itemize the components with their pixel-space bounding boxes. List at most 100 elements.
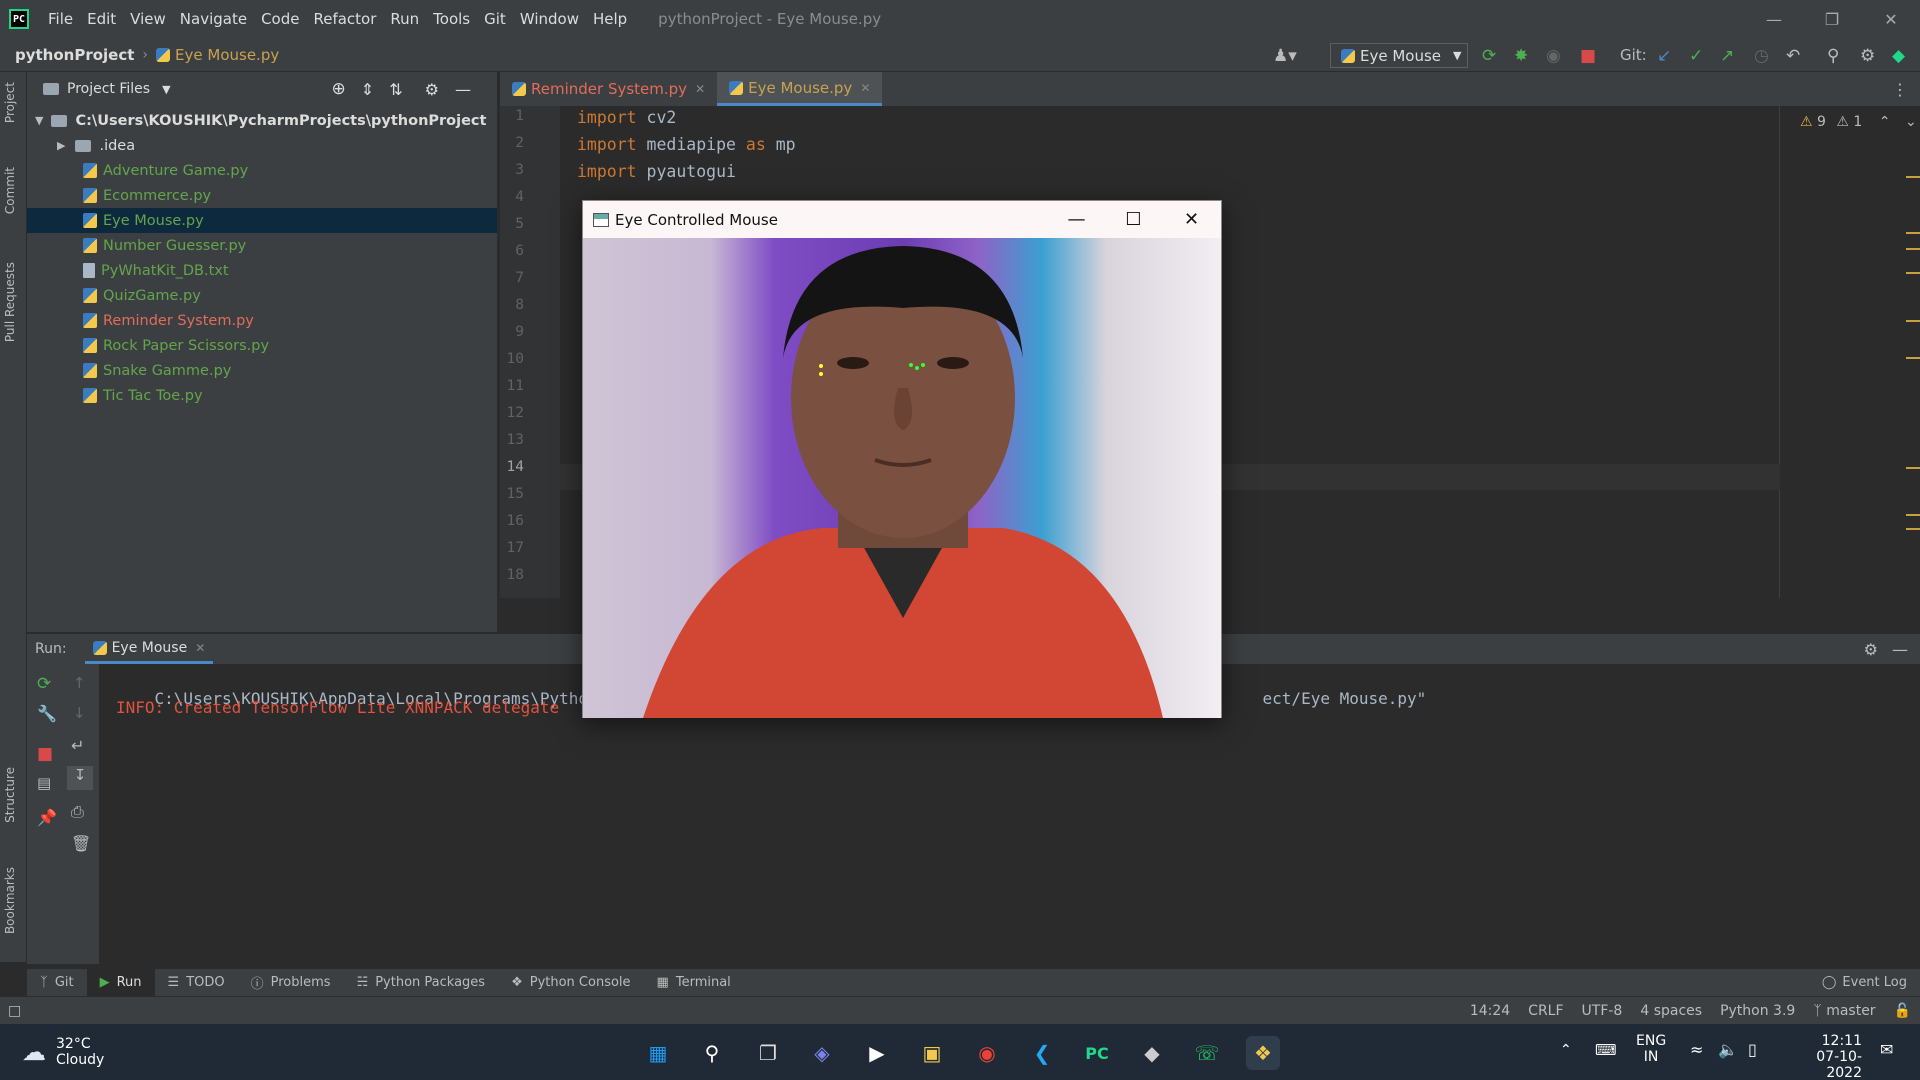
menu-view[interactable]: View <box>123 0 173 38</box>
tree-file[interactable]: Adventure Game.py <box>27 158 497 183</box>
battery-icon[interactable]: ▯ <box>1748 1040 1757 1059</box>
menu-help[interactable]: Help <box>586 0 634 38</box>
soft-wrap-icon[interactable]: ↵ <box>71 736 84 755</box>
lock-icon[interactable]: 🔓 <box>1885 1003 1920 1019</box>
tool-bookmarks[interactable]: Bookmarks <box>3 867 17 934</box>
whatsapp-icon[interactable]: ☏ <box>1190 1036 1224 1070</box>
tab-problems[interactable]: ⓘ Problems <box>238 969 344 997</box>
line-separator[interactable]: CRLF <box>1519 1003 1572 1019</box>
file-encoding[interactable]: UTF-8 <box>1573 1003 1632 1019</box>
chrome-icon[interactable]: ◉ <box>970 1036 1004 1070</box>
menu-code[interactable]: Code <box>254 0 306 38</box>
arrow-down-icon[interactable]: ↓ <box>73 704 86 722</box>
tree-file-selected[interactable]: Eye Mouse.py <box>27 208 497 233</box>
git-branch[interactable]: ᛉ master <box>1804 1003 1884 1019</box>
jetbrains-icon[interactable]: ◆ <box>1892 46 1905 66</box>
pin-icon[interactable]: 📌 <box>37 808 57 827</box>
run-tab[interactable]: Eye Mouse ✕ <box>84 634 214 664</box>
search-icon[interactable]: ⚲ <box>1827 46 1839 66</box>
tool-structure[interactable]: Structure <box>3 767 17 823</box>
gear-icon[interactable]: ⚙ <box>1860 46 1875 66</box>
search-icon[interactable]: ⚲ <box>695 1036 729 1070</box>
tree-file[interactable]: Rock Paper Scissors.py <box>27 333 497 358</box>
tab-run[interactable]: ▶ Run <box>86 968 155 997</box>
cv-minimize-button[interactable]: — <box>1048 201 1105 238</box>
locate-icon[interactable]: ⊕ <box>332 79 346 99</box>
project-view-select[interactable]: Project Files <box>67 81 150 97</box>
minimize-button[interactable]: — <box>1745 0 1803 38</box>
expand-all-icon[interactable]: ⇕ <box>361 80 374 99</box>
close-icon[interactable]: ✕ <box>195 641 205 655</box>
gear-icon[interactable]: ⚙ <box>1864 640 1878 659</box>
cv-close-button[interactable]: ✕ <box>1163 201 1220 238</box>
breadcrumb-file[interactable]: Eye Mouse.py <box>175 46 279 64</box>
store-icon[interactable]: ▣ <box>915 1036 949 1070</box>
rerun-icon[interactable]: ⟳ <box>1482 46 1496 66</box>
git-commit-icon[interactable]: ✓ <box>1689 46 1703 66</box>
toggle-tool-windows-icon[interactable]: □ <box>8 1003 21 1019</box>
chevron-down-icon[interactable]: ▼ <box>35 114 43 127</box>
chevron-down-icon[interactable]: ▼ <box>162 83 170 96</box>
chevron-right-icon[interactable]: ▶ <box>57 139 65 152</box>
wrench-icon[interactable]: 🔧 <box>37 704 57 723</box>
breadcrumb-project[interactable]: pythonProject <box>15 46 134 64</box>
tab-todo[interactable]: ☰ TODO <box>155 969 238 997</box>
tree-folder-idea[interactable]: ▶ .idea <box>27 133 497 158</box>
tab-python-console[interactable]: ❖ Python Console <box>498 969 643 997</box>
stop-icon[interactable]: ■ <box>37 744 53 764</box>
cv-maximize-button[interactable]: ☐ <box>1105 201 1162 238</box>
keyboard-icon[interactable]: ⌨ <box>1595 1041 1617 1059</box>
clock[interactable]: 12:11 07-10-2022 <box>1782 1033 1862 1080</box>
wifi-icon[interactable]: ≈ <box>1690 1040 1703 1059</box>
python-app-icon[interactable]: ❖ <box>1246 1036 1280 1070</box>
inspection-badge[interactable]: ⚠ 9 ⚠ 1 ⌃ ⌄ <box>1800 114 1917 130</box>
close-icon[interactable]: ✕ <box>860 81 870 95</box>
tab-python-packages[interactable]: ☵ Python Packages <box>344 969 499 997</box>
coverage-icon[interactable]: ◉ <box>1546 46 1561 66</box>
hide-icon[interactable]: — <box>1892 640 1908 659</box>
git-update-icon[interactable]: ↙ <box>1657 46 1671 66</box>
menu-window[interactable]: Window <box>513 0 586 38</box>
tool-project[interactable]: Project <box>3 82 17 123</box>
gear-icon[interactable]: ⚙ <box>425 80 439 99</box>
tree-root[interactable]: ▼ C:\Users\KOUSHIK\PycharmProjects\pytho… <box>27 108 497 133</box>
tree-file[interactable]: Number Guesser.py <box>27 233 497 258</box>
tool-commit[interactable]: Commit <box>3 167 17 214</box>
pycharm-icon[interactable]: PC <box>1080 1036 1114 1070</box>
close-icon[interactable]: ✕ <box>695 82 705 96</box>
tab-terminal[interactable]: ▦ Terminal <box>644 969 744 997</box>
history-icon[interactable]: ◷ <box>1754 46 1769 66</box>
menu-run[interactable]: Run <box>383 0 426 38</box>
tree-file[interactable]: PyWhatKit_DB.txt <box>27 258 497 283</box>
tree-file[interactable]: Ecommerce.py <box>27 183 497 208</box>
tree-file[interactable]: Reminder System.py <box>27 308 497 333</box>
weather-widget[interactable]: ☁ 32°C Cloudy <box>22 1036 104 1068</box>
game-icon[interactable]: ◆ <box>1135 1036 1169 1070</box>
run-configuration-select[interactable]: Eye Mouse ▼ <box>1330 43 1468 68</box>
rollback-icon[interactable]: ↶ <box>1786 46 1800 66</box>
user-icon[interactable]: ♟▾ <box>1273 46 1297 66</box>
volume-icon[interactable]: 🔈 <box>1718 1040 1738 1059</box>
menu-edit[interactable]: Edit <box>80 0 123 38</box>
print-icon[interactable]: ⎙ <box>71 802 84 822</box>
menu-file[interactable]: File <box>41 0 80 38</box>
stop-icon[interactable]: ■ <box>1580 46 1596 66</box>
git-push-icon[interactable]: ↗ <box>1720 46 1734 66</box>
tree-file[interactable]: QuizGame.py <box>27 283 497 308</box>
menu-navigate[interactable]: Navigate <box>173 0 254 38</box>
rerun-icon[interactable]: ⟳ <box>37 674 51 694</box>
chevron-up-icon[interactable]: ⌃ <box>1879 114 1891 130</box>
hide-icon[interactable]: — <box>455 80 471 99</box>
notification-icon[interactable]: ✉ <box>1880 1040 1893 1059</box>
chat-icon[interactable]: ◈ <box>805 1036 839 1070</box>
language-indicator[interactable]: ENG IN <box>1636 1033 1666 1065</box>
menu-tools[interactable]: Tools <box>426 0 477 38</box>
scroll-to-end-icon[interactable]: ↧ <box>67 766 93 790</box>
tree-file[interactable]: Snake Gamme.py <box>27 358 497 383</box>
debug-icon[interactable]: ✸ <box>1514 46 1528 66</box>
python-interpreter[interactable]: Python 3.9 <box>1711 1003 1804 1019</box>
event-log-button[interactable]: ◯ Event Log <box>1809 969 1920 997</box>
trash-icon[interactable]: 🗑 <box>71 834 91 853</box>
layout-icon[interactable]: ▤ <box>37 774 51 792</box>
indent-setting[interactable]: 4 spaces <box>1631 1003 1711 1019</box>
